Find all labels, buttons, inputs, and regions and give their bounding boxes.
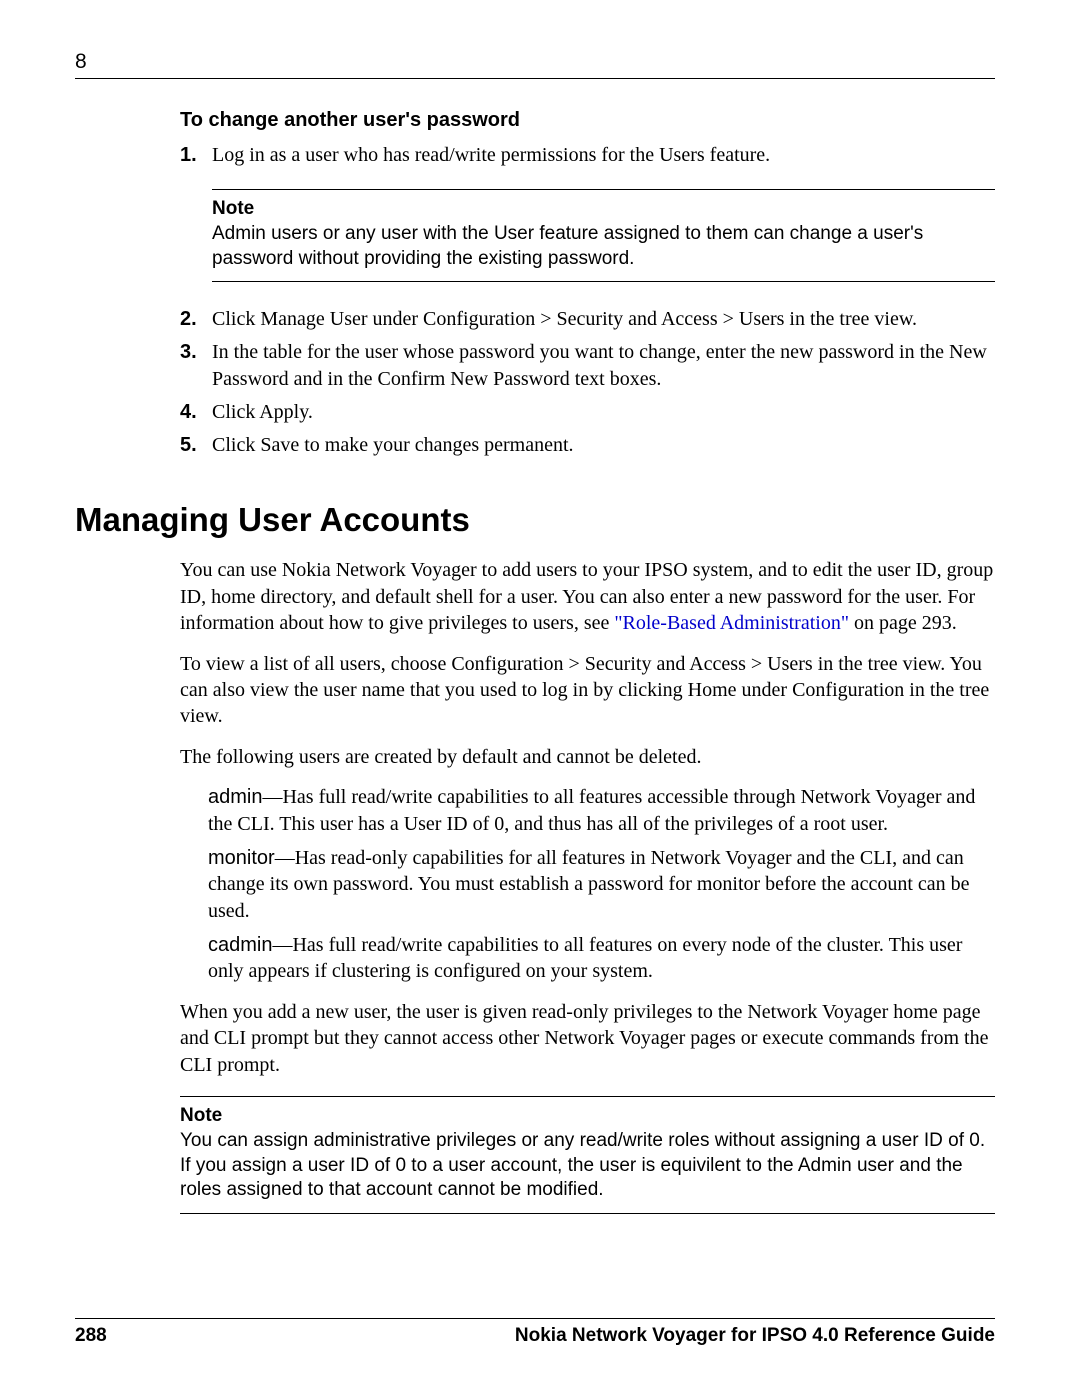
- step-number: 3.: [180, 339, 212, 393]
- definition-item: monitor—Has read-only capabilities for a…: [208, 845, 995, 924]
- step-item: 3. In the table for the user whose passw…: [180, 339, 995, 393]
- step-text: In the table for the user whose password…: [212, 339, 995, 393]
- definition-term: admin: [208, 786, 262, 808]
- content-block: To change another user's password 1. Log…: [180, 109, 995, 459]
- chapter-number: 8: [75, 50, 87, 73]
- definition-item: admin—Has full read/write capabilities t…: [208, 784, 995, 837]
- note-label: Note: [212, 198, 995, 220]
- paragraph-text: on page 293.: [849, 612, 957, 634]
- procedure-heading: To change another user's password: [180, 109, 995, 132]
- procedure-steps-continued: 2. Click Manage User under Configuration…: [180, 306, 995, 459]
- step-number: 2.: [180, 306, 212, 333]
- step-item: 2. Click Manage User under Configuration…: [180, 306, 995, 333]
- section-heading: Managing User Accounts: [75, 501, 995, 539]
- step-number: 5.: [180, 432, 212, 459]
- section-content: You can use Nokia Network Voyager to add…: [180, 557, 995, 1214]
- definition-desc: —Has full read/write capabilities to all…: [208, 786, 975, 834]
- paragraph: To view a list of all users, choose Conf…: [180, 651, 995, 730]
- definition-desc: —Has full read/write capabilities to all…: [208, 934, 962, 982]
- paragraph: The following users are created by defau…: [180, 744, 995, 770]
- step-number: 1.: [180, 142, 212, 169]
- procedure-steps: 1. Log in as a user who has read/write p…: [180, 142, 995, 169]
- definition-list: admin—Has full read/write capabilities t…: [208, 784, 995, 985]
- note-label: Note: [180, 1105, 995, 1127]
- definition-desc: —Has read-only capabilities for all feat…: [208, 847, 970, 922]
- note-box: Note You can assign administrative privi…: [180, 1096, 995, 1214]
- note-box: Note Admin users or any user with the Us…: [212, 189, 995, 282]
- step-text: Click Manage User under Configuration > …: [212, 306, 995, 333]
- note-body: You can assign administrative privileges…: [180, 1129, 995, 1203]
- step-text: Click Save to make your changes permanen…: [212, 432, 995, 459]
- definition-term: cadmin: [208, 934, 272, 956]
- document-page: 8 To change another user's password 1. L…: [0, 0, 1080, 1397]
- step-number: 4.: [180, 399, 212, 426]
- step-text: Click Apply.: [212, 399, 995, 426]
- step-item: 1. Log in as a user who has read/write p…: [180, 142, 995, 169]
- step-item: 4. Click Apply.: [180, 399, 995, 426]
- page-footer: 288 Nokia Network Voyager for IPSO 4.0 R…: [75, 1318, 995, 1347]
- step-item: 5. Click Save to make your changes perma…: [180, 432, 995, 459]
- paragraph: When you add a new user, the user is giv…: [180, 999, 995, 1078]
- note-body: Admin users or any user with the User fe…: [212, 222, 995, 271]
- document-title: Nokia Network Voyager for IPSO 4.0 Refer…: [515, 1325, 995, 1347]
- definition-item: cadmin—Has full read/write capabilities …: [208, 932, 995, 985]
- step-text: Log in as a user who has read/write perm…: [212, 142, 995, 169]
- definition-term: monitor: [208, 847, 275, 869]
- page-header: 8: [75, 50, 995, 79]
- cross-reference-link[interactable]: "Role-Based Administration": [614, 612, 849, 634]
- page-number: 288: [75, 1325, 107, 1347]
- paragraph: You can use Nokia Network Voyager to add…: [180, 557, 995, 636]
